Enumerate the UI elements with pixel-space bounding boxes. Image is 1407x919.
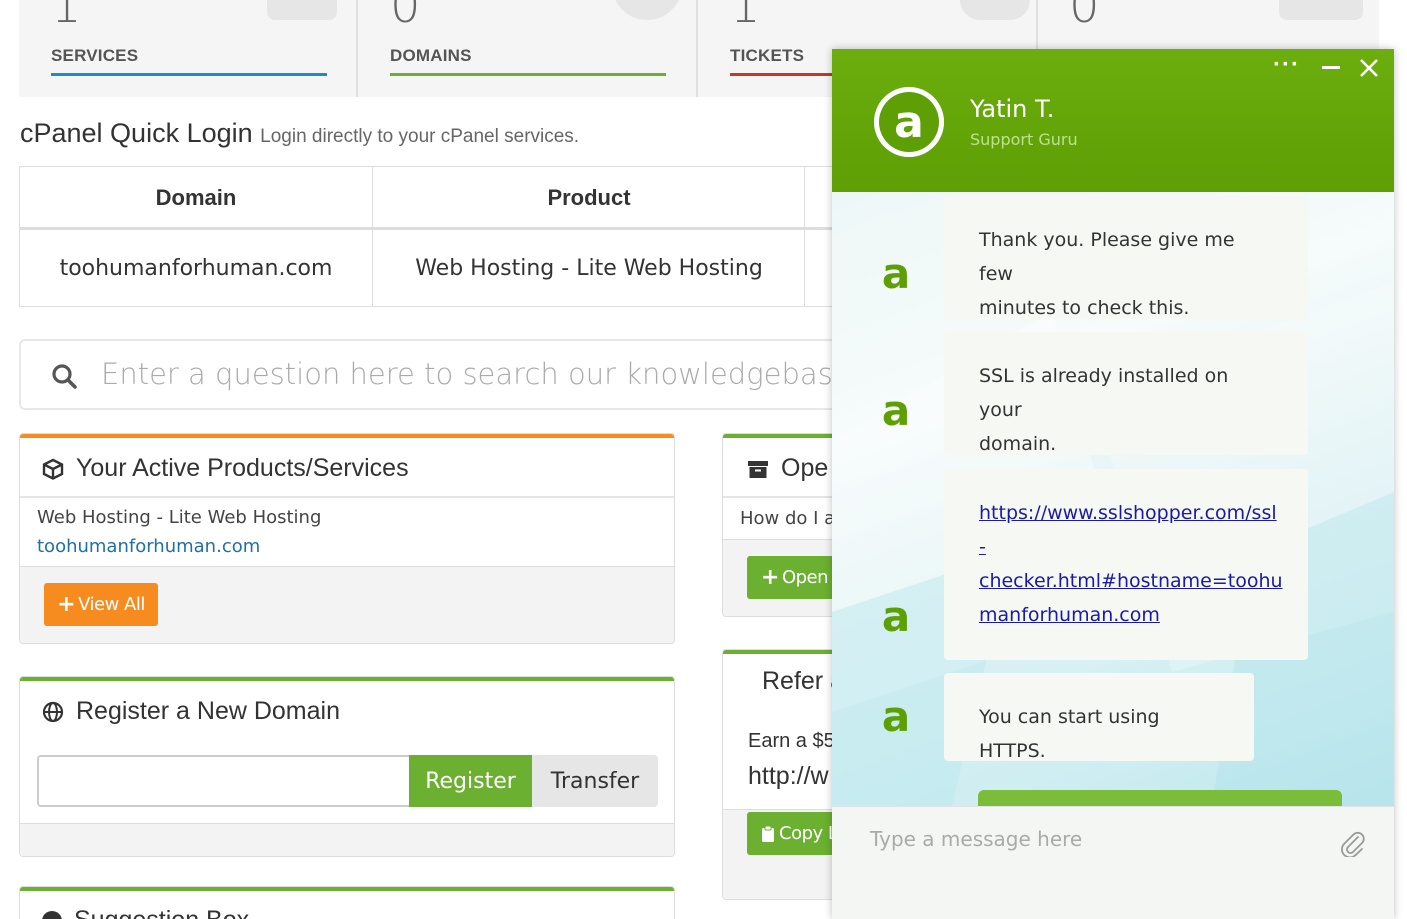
svg-text:a: a (882, 252, 910, 292)
transfer-button[interactable]: Transfer (532, 755, 658, 807)
panel-heading: Suggestion Box (42, 906, 249, 919)
chat-message: Thank you. Please give me few minutes to… (944, 196, 1308, 319)
box-icon (267, 0, 337, 20)
button-label: View All (78, 594, 145, 615)
lightbulb-icon (42, 911, 62, 919)
comments-icon (960, 0, 1030, 20)
panel-divider (20, 496, 674, 498)
register-button[interactable]: Register (409, 755, 532, 807)
stat-tile-services[interactable]: 1 SERVICES (51, 0, 337, 97)
stat-count: 0 (390, 0, 421, 34)
panel-title: Ope (781, 454, 829, 482)
stat-count: 0 (1069, 0, 1100, 34)
svg-text:a: a (894, 97, 924, 148)
svg-text:a: a (882, 389, 910, 429)
stat-label: SERVICES (51, 46, 139, 65)
panel-accent (20, 434, 674, 438)
panel-accent (20, 677, 674, 681)
search-input[interactable]: Enter a question here to search our know… (101, 357, 945, 391)
cpanel-heading: cPanel Quick Login Login directly to you… (20, 118, 579, 149)
close-icon[interactable] (1359, 58, 1379, 78)
chat-message: You can start using HTTPS. (944, 673, 1254, 762)
view-all-button[interactable]: + View All (44, 583, 158, 626)
cpanel-subtitle: Login directly to your cPanel services. (260, 126, 580, 147)
stat-tile-domains[interactable]: 0 DOMAINS (390, 0, 682, 97)
panel-title: Suggestion Box (74, 906, 249, 919)
cell-product: Web Hosting - Lite Web Hosting (415, 256, 763, 281)
divider (356, 0, 358, 97)
archive-icon (748, 461, 768, 479)
agent-avatar: a (874, 87, 944, 157)
chat-message: SSL is already installed on your domain. (944, 332, 1308, 455)
ssl-checker-link[interactable]: manforhuman.com (979, 604, 1160, 626)
invoice-icon (1279, 0, 1363, 20)
panel-heading: Your Active Products/Services (42, 454, 409, 483)
message-line: Thank you. Please give me few (979, 229, 1235, 285)
suggestion-box-panel: Suggestion Box (19, 886, 675, 919)
plus-icon: + (57, 592, 76, 617)
divider (696, 0, 698, 97)
globe-icon (612, 0, 682, 20)
panel-heading: Ope (747, 454, 828, 483)
register-domain-panel: Register a New Domain Register Transfer (19, 676, 675, 857)
message-input[interactable]: Type a message here (870, 827, 1082, 851)
panel-title: Your Active Products/Services (76, 454, 409, 482)
stat-underline (390, 73, 666, 76)
stat-label: TICKETS (730, 46, 805, 65)
domain-search-input[interactable] (37, 755, 411, 807)
active-products-panel: Your Active Products/Services Web Hostin… (19, 433, 675, 644)
button-label: Copy L (779, 823, 838, 844)
panel-accent (20, 887, 674, 891)
panel-heading: Register a New Domain (42, 697, 340, 726)
chat-header: ··· a Yatin T. Support Guru (832, 49, 1394, 192)
agent-avatar-small: a (882, 252, 910, 292)
cell-domain[interactable]: toohumanforhuman.com (20, 230, 372, 307)
cpanel-table: Domain Product toohumanforhuman.com Web … (19, 166, 849, 307)
agent-role: Support Guru (970, 130, 1078, 149)
message-line: You can start using HTTPS. (979, 706, 1160, 762)
knowledgebase-search[interactable]: Enter a question here to search our know… (19, 339, 945, 410)
message-line: SSL is already installed on your (979, 365, 1229, 421)
clipboard-icon (762, 825, 774, 842)
svg-text:a: a (882, 695, 910, 735)
stat-label: DOMAINS (390, 46, 472, 65)
refer-earn-text: Earn a $5 (748, 730, 835, 752)
column-header-domain[interactable]: Domain (20, 167, 372, 228)
svg-text:a: a (882, 595, 910, 635)
live-chat-widget: ··· a Yatin T. Support Guru a Thank you.… (832, 49, 1394, 919)
search-icon (52, 364, 77, 389)
chat-message: https://www.sslshopper.com/ssl - checker… (944, 469, 1308, 660)
cube-icon (42, 459, 64, 481)
button-label: Open (781, 567, 829, 588)
more-options-icon[interactable]: ··· (1273, 53, 1300, 77)
minimize-icon[interactable] (1322, 66, 1340, 69)
agent-avatar-small: a (882, 595, 910, 635)
cpanel-title: cPanel Quick Login (20, 118, 253, 148)
referral-link[interactable]: http://w (748, 762, 829, 791)
ticket-item[interactable]: How do I ac (740, 508, 845, 529)
attachment-icon[interactable] (1340, 829, 1366, 857)
message-line: minutes to check this. (979, 297, 1190, 319)
product-domain-link[interactable]: toohumanforhuman.com (37, 536, 260, 557)
ssl-checker-link[interactable]: checker.html#hostname=toohu (979, 570, 1283, 592)
product-name: Web Hosting - Lite Web Hosting (37, 507, 322, 528)
stat-count: 1 (51, 0, 82, 34)
panel-title: Register a New Domain (76, 697, 340, 725)
ssl-checker-link[interactable]: https://www.sslshopper.com/ssl (979, 502, 1277, 524)
ssl-checker-link[interactable]: - (979, 536, 986, 558)
agent-name: Yatin T. (970, 95, 1055, 123)
column-header-product[interactable]: Product (373, 167, 805, 228)
panel-footer: + View All (20, 566, 674, 643)
message-line: domain. (979, 433, 1057, 455)
panel-footer (20, 823, 674, 856)
stat-count: 1 (730, 0, 761, 34)
chat-action-button[interactable] (978, 790, 1342, 806)
plus-icon: + (761, 565, 779, 590)
stat-underline (51, 73, 327, 76)
agent-avatar-small: a (882, 695, 910, 735)
globe-icon (42, 702, 64, 723)
agent-avatar-small: a (882, 389, 910, 429)
chat-composer: Type a message here (832, 806, 1394, 919)
